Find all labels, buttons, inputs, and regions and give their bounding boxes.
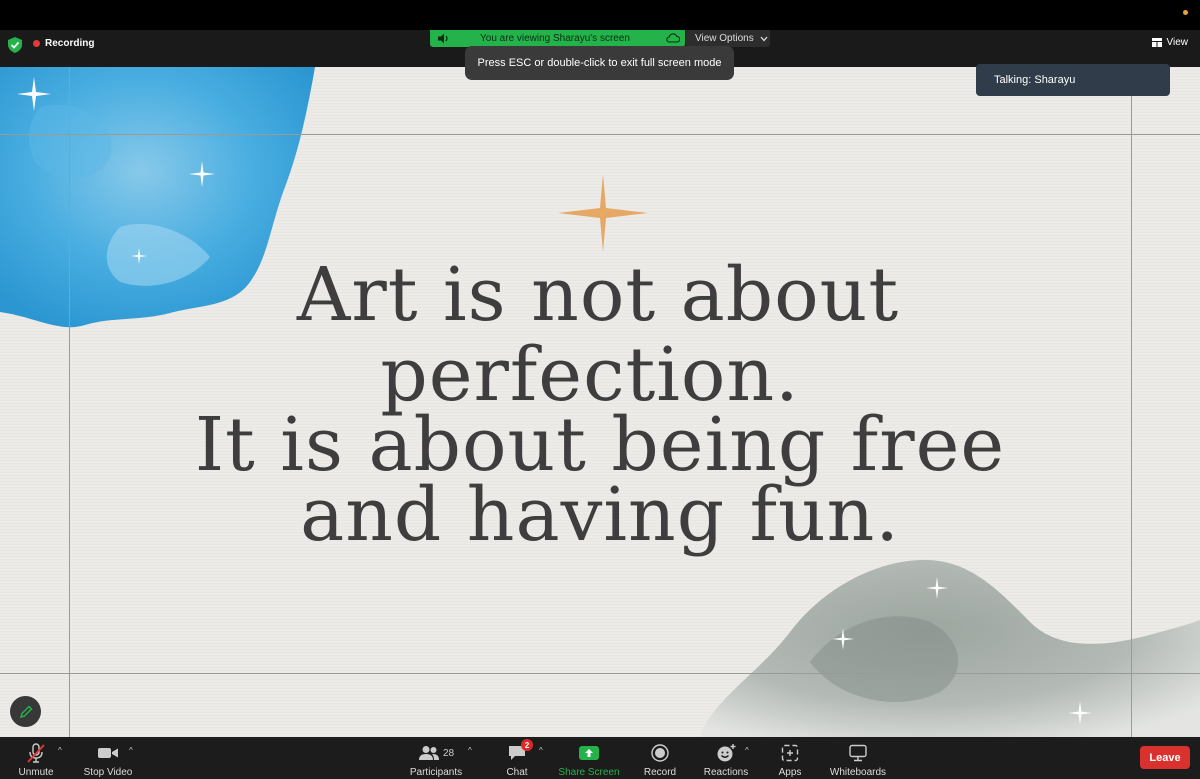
sparkle-icon [17, 77, 51, 111]
reactions-label: Reactions [703, 767, 749, 778]
view-options-dropdown[interactable]: View Options [686, 30, 770, 47]
guide-line [0, 673, 1200, 674]
record-icon [651, 744, 669, 762]
chat-unread-badge: 2 [521, 739, 533, 751]
meeting-controls: Unmute ^ Stop Video ^ 28 Participants ^ [0, 737, 1200, 779]
video-camera-icon [98, 748, 118, 758]
viewing-banner: You are viewing Sharayu's screen [430, 30, 685, 47]
sparkle-icon [1068, 701, 1092, 725]
apps-icon [781, 744, 799, 762]
recording-indicator[interactable]: Recording [33, 38, 94, 49]
apps-button[interactable]: Apps [775, 737, 805, 779]
record-dot-icon [33, 40, 40, 47]
apps-label: Apps [778, 767, 802, 778]
smiley-icon [717, 744, 736, 762]
participants-icon [418, 746, 439, 760]
participants-button[interactable]: 28 Participants [406, 737, 466, 779]
view-button[interactable]: View [1151, 37, 1189, 48]
grey-watercolor-decoration [700, 559, 1200, 737]
sparkle-icon [926, 577, 948, 599]
shared-screen: Art is not about perfection. It is about… [0, 67, 1200, 737]
shield-icon[interactable] [8, 37, 22, 53]
quote-line: and having fun. [300, 472, 900, 558]
guide-line [0, 134, 1200, 135]
chat-button[interactable]: 2 Chat [503, 737, 533, 779]
share-screen-label: Share Screen [558, 767, 620, 778]
gold-star-icon [558, 174, 648, 252]
whiteboard-icon [849, 744, 867, 762]
quote-line: Art is not about [296, 252, 900, 338]
share-screen-icon [579, 746, 599, 760]
leave-button[interactable]: Leave [1140, 746, 1190, 769]
sparkle-icon [189, 161, 215, 187]
chevron-up-icon[interactable]: ^ [539, 746, 543, 755]
unmute-button[interactable]: Unmute [14, 737, 58, 779]
chevron-down-icon [760, 36, 768, 41]
annotate-button[interactable] [10, 696, 41, 727]
chat-label: Chat [506, 767, 528, 778]
recording-label: Recording [45, 38, 95, 49]
whiteboards-button[interactable]: Whiteboards [826, 737, 890, 779]
reactions-button[interactable]: Reactions [702, 737, 750, 779]
stop-video-label: Stop Video [83, 767, 133, 778]
unmute-label: Unmute [18, 767, 54, 778]
participants-count: 28 [442, 747, 455, 759]
record-label: Record [643, 767, 677, 778]
cloud-icon [666, 33, 680, 43]
speaker-icon [438, 33, 448, 44]
chevron-up-icon[interactable]: ^ [58, 746, 62, 755]
chevron-up-icon[interactable]: ^ [129, 746, 133, 755]
stop-video-button[interactable]: Stop Video [80, 737, 136, 779]
muted-mic-icon [27, 743, 45, 763]
chevron-up-icon[interactable]: ^ [745, 746, 749, 755]
whiteboards-label: Whiteboards [829, 767, 887, 778]
view-label: View [1166, 37, 1189, 48]
viewing-label: You are viewing Sharayu's screen [480, 33, 630, 44]
sparkle-icon [832, 628, 854, 650]
status-dot [1183, 10, 1188, 15]
record-button[interactable]: Record [640, 737, 680, 779]
talking-indicator: Talking: Sharayu [976, 64, 1170, 96]
grid-view-icon [1151, 38, 1162, 47]
participants-label: Participants [409, 767, 463, 778]
fullscreen-exit-hint: Press ESC or double-click to exit full s… [465, 46, 734, 80]
pencil-icon [19, 705, 32, 718]
chevron-up-icon[interactable]: ^ [468, 746, 472, 755]
share-screen-button[interactable]: Share Screen [556, 737, 622, 779]
view-options-label: View Options [695, 33, 754, 44]
top-strip [0, 0, 1200, 30]
